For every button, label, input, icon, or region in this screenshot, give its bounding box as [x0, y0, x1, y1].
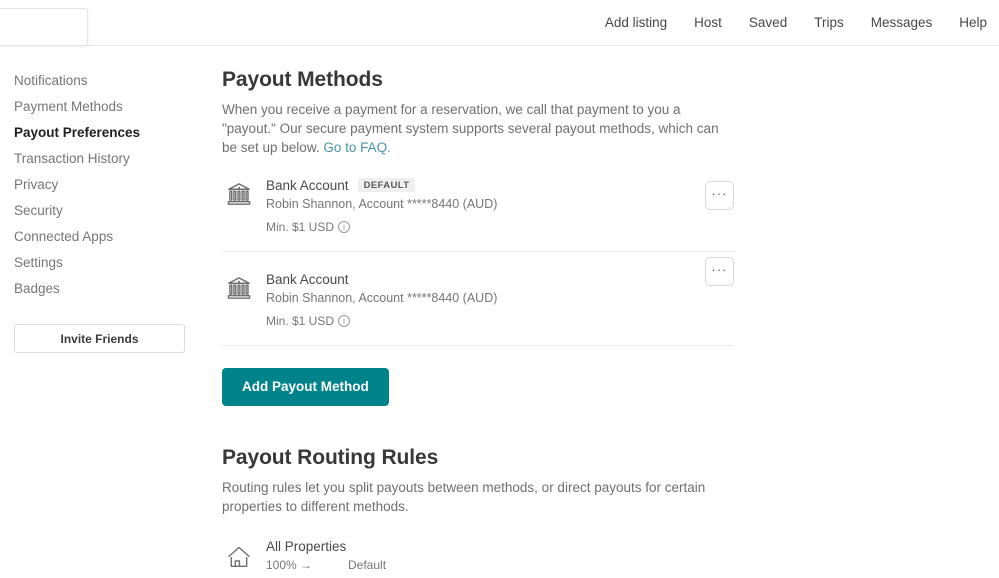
payout-method-account: Robin Shannon, Account *****8440 (AUD) [266, 197, 734, 211]
nav-link-messages[interactable]: Messages [871, 15, 933, 30]
payout-methods-description-text: When you receive a payment for a reserva… [222, 102, 719, 155]
arrow-right-icon: → [300, 558, 348, 572]
payout-method-title-line: Bank Account DEFAULT [266, 176, 734, 194]
payout-method-minimum-text: Min. $1 USD [266, 314, 334, 328]
nav-link-saved[interactable]: Saved [749, 15, 787, 30]
kebab-menu-icon[interactable]: ··· [705, 257, 734, 286]
payout-method-account: Robin Shannon, Account *****8440 (AUD) [266, 291, 734, 305]
go-to-faq-link[interactable]: Go to FAQ. [323, 140, 391, 155]
payout-methods-list: Bank Account DEFAULT Robin Shannon, Acco… [222, 176, 734, 346]
payout-method-title: Bank Account [266, 178, 349, 193]
info-icon[interactable]: i [338, 315, 350, 327]
sidebar-item-payout-preferences[interactable]: Payout Preferences [14, 120, 218, 146]
house-icon [222, 539, 266, 570]
payout-method-row[interactable]: Bank Account DEFAULT Robin Shannon, Acco… [222, 176, 734, 252]
sidebar-item-notifications[interactable]: Notifications [14, 68, 218, 94]
payout-routing-destination: Default [348, 558, 386, 572]
payout-method-details: Bank Account DEFAULT Robin Shannon, Acco… [266, 176, 734, 234]
section-spacer [222, 406, 734, 446]
sidebar-item-badges[interactable]: Badges [14, 276, 218, 302]
payout-routing-list: All Properties 100% → Default [222, 539, 734, 578]
bank-icon [222, 176, 266, 207]
primary-nav: Add listing Host Saved Trips Messages He… [605, 15, 999, 30]
sidebar-item-settings[interactable]: Settings [14, 250, 218, 276]
add-payout-method-button[interactable]: Add Payout Method [222, 368, 389, 406]
payout-method-details: Bank Account Robin Shannon, Account ****… [266, 270, 734, 328]
sidebar-item-security[interactable]: Security [14, 198, 218, 224]
sidebar-item-connected-apps[interactable]: Connected Apps [14, 224, 218, 250]
payout-method-title-line: Bank Account [266, 270, 734, 288]
nav-link-add-listing[interactable]: Add listing [605, 15, 667, 30]
sidebar-item-privacy[interactable]: Privacy [14, 172, 218, 198]
sidebar-item-payment-methods[interactable]: Payment Methods [14, 94, 218, 120]
payout-method-minimum: Min. $1 USD i [266, 220, 734, 234]
nav-link-help[interactable]: Help [959, 15, 987, 30]
payout-method-title: Bank Account [266, 272, 349, 287]
sidebar-item-transaction-history[interactable]: Transaction History [14, 146, 218, 172]
payout-routing-title: Payout Routing Rules [222, 446, 734, 470]
payout-method-minimum-text: Min. $1 USD [266, 220, 334, 234]
nav-link-host[interactable]: Host [694, 15, 722, 30]
payout-method-minimum: Min. $1 USD i [266, 314, 734, 328]
payout-routing-percent: 100% [266, 558, 300, 572]
status-badge: DEFAULT [358, 178, 416, 193]
payout-routing-scope: All Properties [266, 539, 734, 554]
bank-icon [222, 270, 266, 301]
payout-routing-details: All Properties 100% → Default [266, 539, 734, 572]
top-navigation-bar: Add listing Host Saved Trips Messages He… [0, 0, 999, 46]
payout-routing-meta: 100% → Default [266, 558, 734, 572]
page-body: Notifications Payment Methods Payout Pre… [0, 46, 999, 578]
payout-routing-description: Routing rules let you split payouts betw… [222, 478, 734, 516]
payout-method-row[interactable]: Bank Account Robin Shannon, Account ****… [222, 252, 734, 346]
payout-methods-title: Payout Methods [222, 68, 734, 92]
payout-routing-row[interactable]: All Properties 100% → Default [222, 539, 734, 578]
invite-friends-button[interactable]: Invite Friends [14, 324, 185, 353]
site-logo[interactable] [0, 8, 88, 46]
settings-sidebar: Notifications Payment Methods Payout Pre… [0, 68, 218, 578]
info-icon[interactable]: i [338, 221, 350, 233]
nav-link-trips[interactable]: Trips [814, 15, 844, 30]
kebab-menu-icon[interactable]: ··· [705, 181, 734, 210]
main-content: Payout Methods When you receive a paymen… [218, 68, 999, 578]
payout-methods-description: When you receive a payment for a reserva… [222, 100, 734, 157]
